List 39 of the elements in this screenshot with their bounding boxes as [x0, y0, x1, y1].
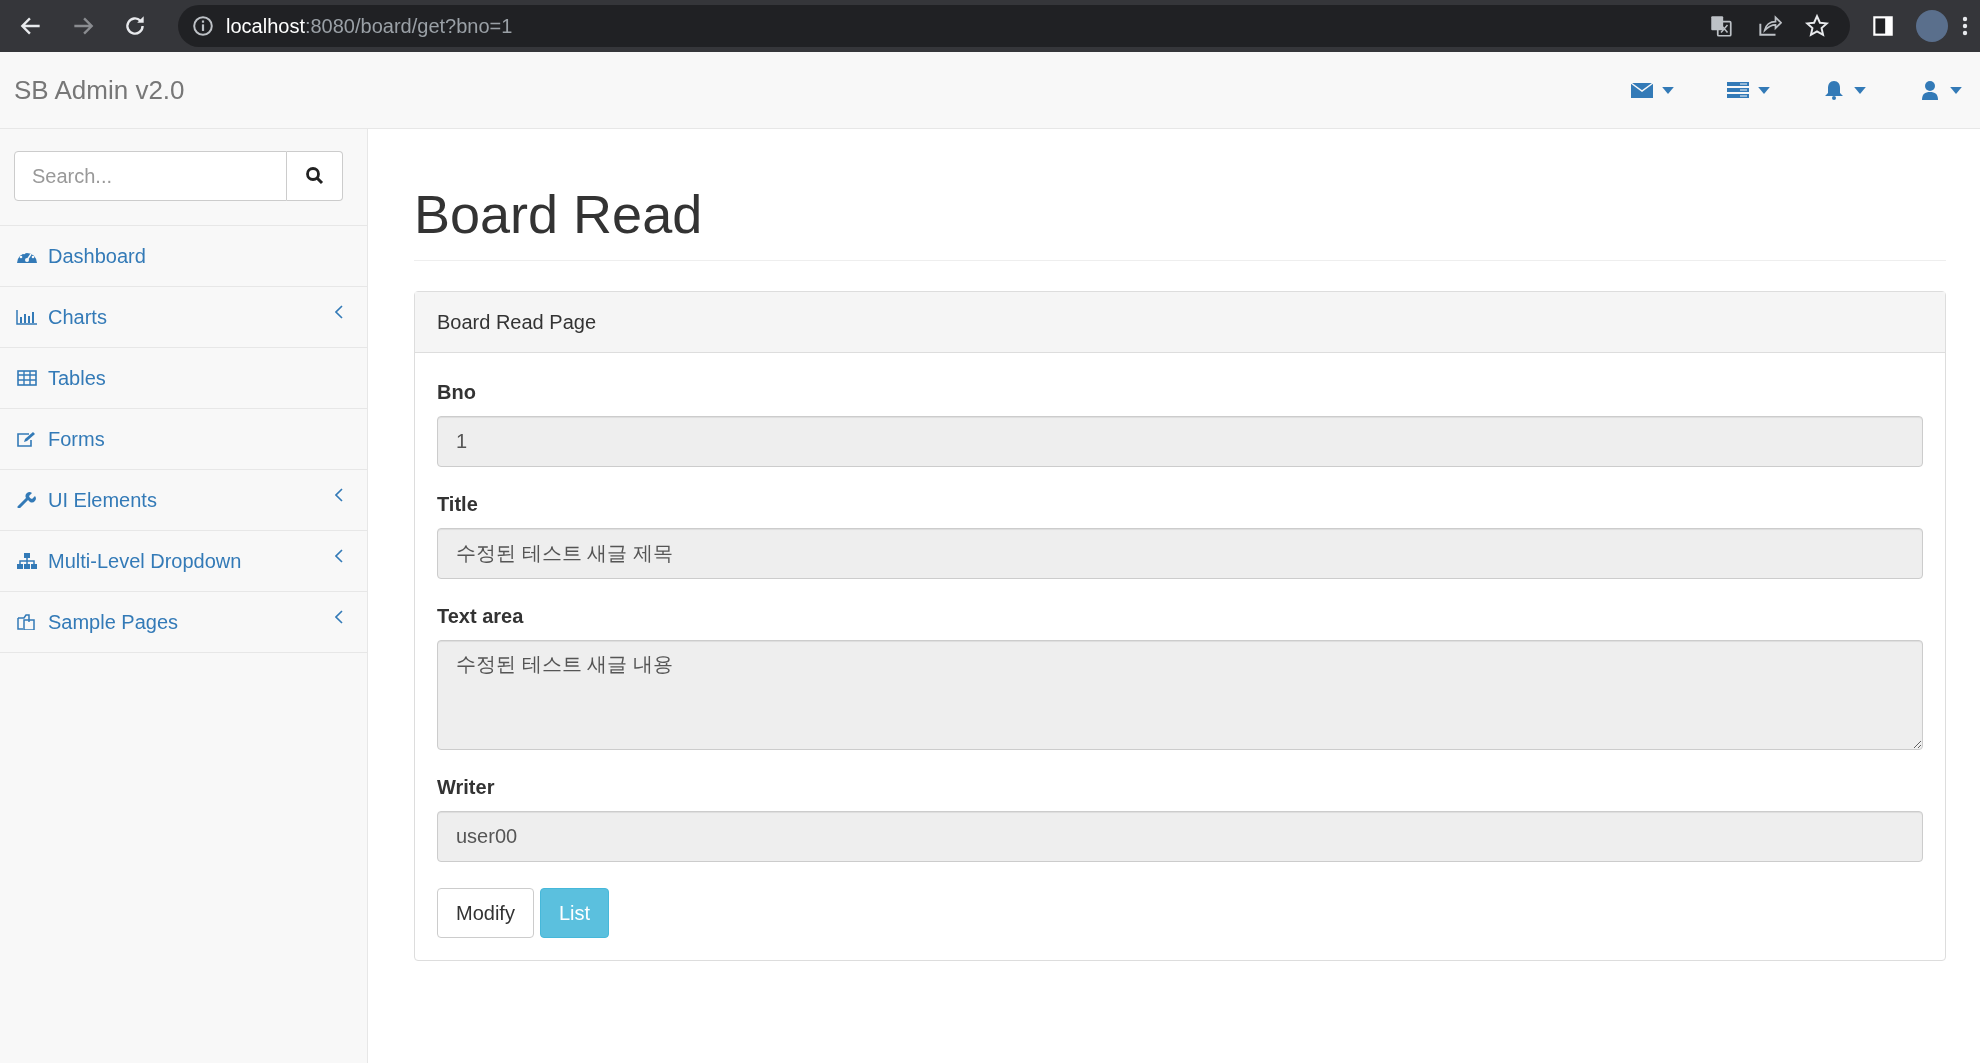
wrench-icon	[16, 492, 38, 508]
sidebar-item[interactable]: UI Elements	[0, 470, 367, 531]
input-field[interactable]: user00	[437, 811, 1923, 863]
more-icon[interactable]	[1962, 14, 1968, 38]
panel-heading: Board Read Page	[415, 292, 1945, 354]
field-label: Title	[437, 493, 479, 517]
input-field[interactable]: 수정된 테스트 새글 제목	[437, 528, 1923, 580]
caret-icon[interactable]	[1854, 86, 1866, 94]
caret-icon[interactable]	[1950, 86, 1962, 94]
tasks-list-icon[interactable]	[1726, 80, 1750, 100]
sidebar-item[interactable]: Multi-Level Dropdown	[0, 531, 367, 592]
search-icon	[304, 166, 325, 186]
modify-button[interactable]: Modify	[437, 888, 534, 939]
field-label: Bno	[437, 381, 477, 405]
field-label: Text area	[437, 605, 525, 629]
copy-files-icon	[16, 614, 38, 630]
bar-chart-icon	[16, 309, 38, 325]
search-field[interactable]: Search...	[14, 151, 287, 201]
sidebar-item[interactable]: Tables	[0, 348, 367, 409]
address-bar[interactable]: localhost:8080/board/get?bno=1	[178, 5, 1850, 47]
url-text: localhost:8080/board/get?bno=1	[226, 14, 513, 38]
caret-icon[interactable]	[1758, 86, 1770, 94]
input-field[interactable]: 1	[437, 416, 1923, 468]
table-icon	[16, 370, 38, 386]
info-icon	[192, 15, 214, 37]
sidebar-item[interactable]: Dashboard	[0, 226, 367, 287]
edit-icon	[16, 431, 38, 447]
caret-icon[interactable]	[1662, 86, 1674, 94]
search-button[interactable]	[287, 151, 343, 201]
field-label: Writer	[437, 776, 496, 800]
sidebar-item[interactable]: Sample Pages	[0, 592, 367, 653]
brand-title[interactable]: SB Admin v2.0	[14, 74, 185, 106]
profile-avatar[interactable]	[1916, 10, 1948, 42]
textarea-field[interactable]: 수정된 테스트 새글 내용	[437, 640, 1923, 751]
page-title: Board Read	[414, 185, 704, 245]
sidebar-item[interactable]: Forms	[0, 409, 367, 470]
sitemap-icon	[16, 553, 38, 569]
sidebar-item[interactable]: Charts	[0, 287, 367, 348]
envelope-icon[interactable]	[1630, 80, 1654, 100]
